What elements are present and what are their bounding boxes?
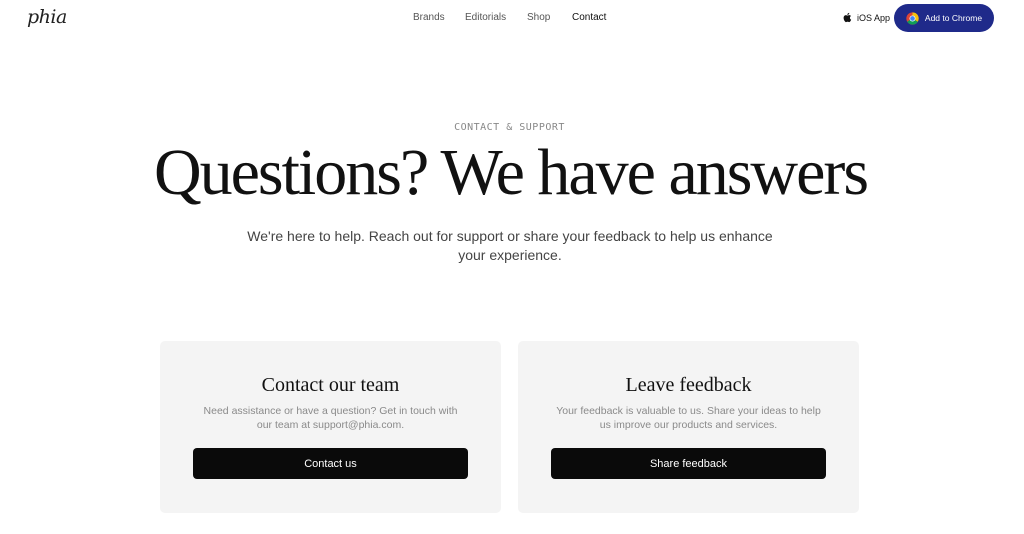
contact-team-card: Contact our team Need assistance or have… (160, 341, 501, 513)
site-header: phia Brands Editorials Shop Contact iOS … (0, 0, 1024, 36)
nav-shop[interactable]: Shop (527, 12, 550, 23)
logo[interactable]: phia (27, 6, 67, 28)
hero-eyebrow: CONTACT & SUPPORT (454, 122, 565, 133)
add-to-chrome-button[interactable]: Add to Chrome (894, 4, 994, 32)
leave-feedback-card: Leave feedback Your feedback is valuable… (518, 341, 859, 513)
nav-brands[interactable]: Brands (413, 12, 445, 23)
nav-contact[interactable]: Contact (572, 12, 606, 23)
add-to-chrome-label: Add to Chrome (924, 13, 983, 23)
ios-app-label: iOS App (857, 12, 891, 23)
nav-editorials[interactable]: Editorials (465, 12, 506, 23)
contact-us-button[interactable]: Contact us (193, 448, 468, 479)
apple-icon (843, 12, 852, 23)
page-title: Questions? We have answers (153, 136, 869, 209)
chrome-icon (906, 11, 919, 25)
card-title: Leave feedback (625, 374, 752, 396)
hero-subhead: We're here to help. Reach out for suppor… (247, 228, 773, 263)
card-title: Contact our team (261, 374, 400, 396)
ios-app-link[interactable]: iOS App (842, 12, 890, 23)
share-feedback-button[interactable]: Share feedback (551, 448, 826, 479)
card-description: Your feedback is valuable to us. Share y… (556, 405, 821, 431)
card-description: Need assistance or have a question? Get … (203, 405, 458, 431)
